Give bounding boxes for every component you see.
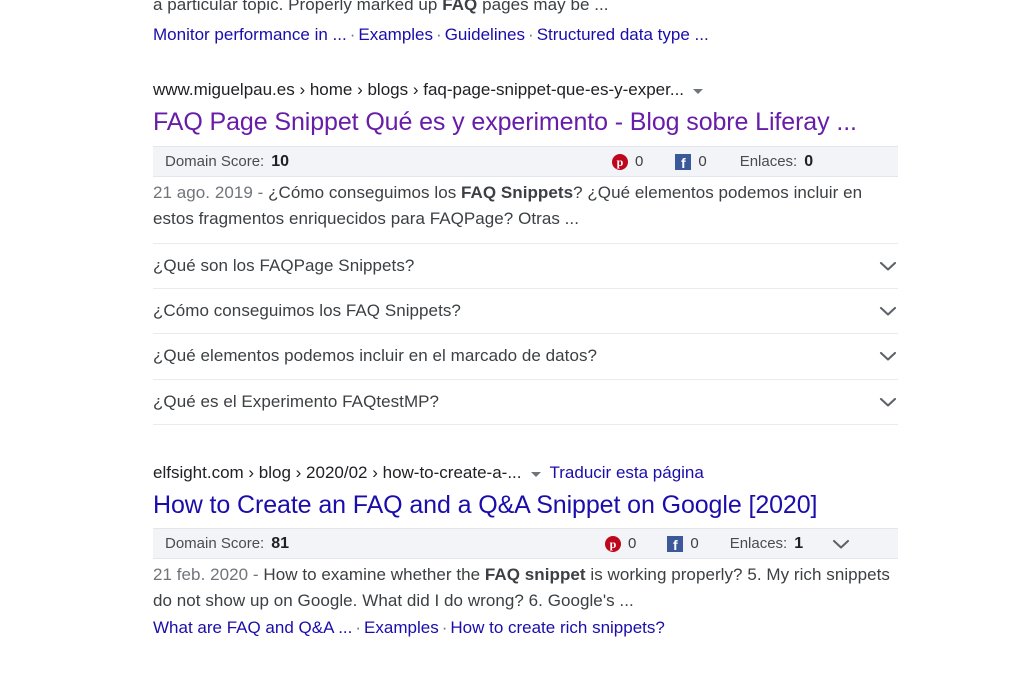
domain-score-label: Domain Score: <box>165 152 265 170</box>
faq-question: ¿Cómo conseguimos los FAQ Snippets? <box>153 300 461 320</box>
domain-score-bar: Domain Score: 10 p 0 f 0 Enlaces: 0 <box>153 146 898 177</box>
links-value: 1 <box>794 534 804 552</box>
facebook-icon[interactable]: f <box>675 153 692 170</box>
translate-page-link[interactable]: Traducir esta página <box>550 462 704 484</box>
partial-snippet-bold: FAQ <box>442 0 478 14</box>
chevron-down-icon[interactable] <box>878 396 898 408</box>
domain-score-bar-container-1: Domain Score: 10 p 0 f 0 Enlaces: 0 <box>153 146 898 177</box>
faq-item[interactable]: ¿Qué elementos podemos incluir en el mar… <box>153 334 898 380</box>
faq-item[interactable]: ¿Qué es el Experimento FAQtestMP? <box>153 380 898 425</box>
sitelink-guidelines[interactable]: Guidelines <box>445 25 525 44</box>
snippet-date: 21 feb. 2020 - <box>153 565 264 584</box>
domain-score-value: 81 <box>271 534 290 552</box>
facebook-icon[interactable]: f <box>667 535 684 552</box>
search-results-page: a particular topic. Properly marked up F… <box>0 0 1024 678</box>
chevron-down-icon[interactable] <box>878 350 898 362</box>
breadcrumb-url: www.miguelpau.es › home › blogs › faq-pa… <box>153 80 685 99</box>
faq-question: ¿Qué elementos podemos incluir en el mar… <box>153 346 598 366</box>
partial-snippet-pre: a particular topic. Properly marked up <box>153 0 443 14</box>
sitelink-structured-data-type[interactable]: Structured data type ... <box>537 25 709 44</box>
sitelink-separator: · <box>355 618 362 637</box>
links-label: Enlaces: <box>739 152 798 170</box>
faq-item[interactable]: ¿Cómo conseguimos los FAQ Snippets? <box>153 289 898 334</box>
sitelink-examples[interactable]: Examples <box>364 618 439 637</box>
domain-score-value: 10 <box>271 152 290 170</box>
facebook-count: 0 <box>698 153 707 170</box>
sitelink-monitor-performance[interactable]: Monitor performance in ... <box>153 25 347 44</box>
facebook-metric: f 0 <box>667 535 699 552</box>
pinterest-icon[interactable]: p <box>605 535 621 552</box>
chevron-down-icon[interactable] <box>693 88 704 94</box>
domain-score-group: Domain Score: 10 <box>153 153 289 171</box>
sitelink-examples[interactable]: Examples <box>358 25 433 44</box>
facebook-metric: f 0 <box>675 153 707 170</box>
snippet-pre: ¿Cómo conseguimos los <box>268 183 462 202</box>
links-metric: Enlaces: 0 <box>740 153 813 171</box>
domain-score-group: Domain Score: 81 <box>153 535 289 553</box>
partial-result-top: a particular topic. Properly marked up F… <box>153 0 898 47</box>
chevron-down-icon[interactable] <box>878 260 898 272</box>
links-metric: Enlaces: 1 <box>730 535 803 553</box>
sitelink-separator: · <box>436 24 442 44</box>
sitelink-what-are-faq-qa[interactable]: What are FAQ and Q&A ... <box>153 618 352 637</box>
pinterest-count: 0 <box>635 153 644 170</box>
pinterest-count: 0 <box>628 535 637 552</box>
domain-score-label: Domain Score: <box>165 534 265 552</box>
sitelink-separator: · <box>528 24 534 44</box>
breadcrumb: www.miguelpau.es › home › blogs › faq-pa… <box>153 79 898 101</box>
domain-score-bar-container-2: Domain Score: 81 p 0 f 0 Enlaces: 1 <box>153 528 898 559</box>
faq-question: ¿Qué son los FAQPage Snippets? <box>153 255 415 275</box>
chevron-down-icon[interactable] <box>530 471 541 477</box>
snippet-body: 21 ago. 2019 - ¿Cómo conseguimos los FAQ… <box>153 180 898 231</box>
sitelink-separator: · <box>441 618 448 637</box>
faq-accordion: ¿Qué son los FAQPage Snippets? ¿Cómo con… <box>153 243 898 425</box>
sitelink-separator: · <box>349 24 356 44</box>
faq-item[interactable]: ¿Qué son los FAQPage Snippets? <box>153 243 898 289</box>
snippet-bold: FAQ snippet <box>484 565 586 584</box>
snippet-date: 21 ago. 2019 - <box>153 183 269 202</box>
sitelink-how-to-create-rich-snippets[interactable]: How to create rich snippets? <box>450 618 665 637</box>
links-label: Enlaces: <box>729 534 788 552</box>
domain-score-bar: Domain Score: 81 p 0 f 0 Enlaces: 1 <box>153 528 898 559</box>
snippet-bold: FAQ Snippets <box>461 183 574 202</box>
pinterest-metric: p 0 <box>612 153 643 170</box>
search-result-snippet-2: 21 feb. 2020 - How to examine whether th… <box>153 562 898 640</box>
snippet-pre: How to examine whether the <box>263 565 485 584</box>
links-value: 0 <box>804 152 814 170</box>
partial-result-snippet: a particular topic. Properly marked up F… <box>153 0 898 18</box>
breadcrumb-url: elfsight.com › blog › 2020/02 › how-to-c… <box>153 463 522 482</box>
chevron-down-icon[interactable] <box>831 538 851 550</box>
snippet-body: 21 feb. 2020 - How to examine whether th… <box>153 562 898 613</box>
result-title-link[interactable]: FAQ Page Snippet Qué es y experimento - … <box>153 106 898 139</box>
partial-result-sitelinks: Monitor performance in ... · Examples · Guid… <box>153 22 898 47</box>
social-metrics-group: p 0 f 0 Enlaces: 1 <box>605 529 851 558</box>
result-sitelinks: What are FAQ and Q&A ... · Examples · How to… <box>153 615 898 640</box>
chevron-down-icon[interactable] <box>878 305 898 317</box>
faq-question: ¿Qué es el Experimento FAQtestMP? <box>153 391 440 411</box>
search-result-snippet-1: 21 ago. 2019 - ¿Cómo conseguimos los FAQ… <box>153 180 898 231</box>
facebook-count: 0 <box>690 535 699 552</box>
breadcrumb: elfsight.com › blog › 2020/02 › how-to-c… <box>153 462 898 484</box>
partial-snippet-post: pages may be ... <box>477 0 609 14</box>
social-metrics-group: p 0 f 0 Enlaces: 0 <box>612 147 813 176</box>
search-result-miguelpau: www.miguelpau.es › home › blogs › faq-pa… <box>153 79 898 139</box>
result-title-link[interactable]: How to Create an FAQ and a Q&A Snippet o… <box>153 489 898 522</box>
pinterest-metric: p 0 <box>605 535 636 552</box>
pinterest-icon[interactable]: p <box>612 153 628 170</box>
search-result-elfsight: elfsight.com › blog › 2020/02 › how-to-c… <box>153 462 898 522</box>
